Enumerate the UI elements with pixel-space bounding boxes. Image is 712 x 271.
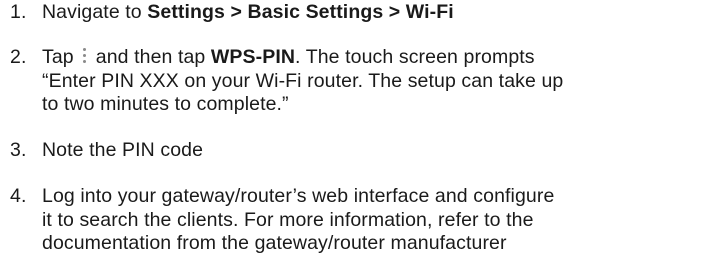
settings-path: Settings > Basic Settings > Wi-Fi [147, 1, 454, 23]
step-2-line-3: to two minutes to complete.” [42, 93, 289, 115]
step-number: 3. [10, 139, 27, 161]
step-text: Log into your gateway/router’s web inter… [42, 185, 702, 256]
step-text: Navigate to Settings > Basic Settings > … [42, 1, 702, 25]
step-2-text-before-icon: Tap [42, 46, 74, 68]
step-2-text-after-bold: . The touch screen prompts [295, 46, 535, 68]
step-3-text: Note the PIN code [42, 139, 204, 161]
step-text: Tap and then tap WPS-PIN. The touch scree… [42, 46, 702, 117]
step-number: 1. [10, 1, 27, 23]
step-4-line-2: it to search the clients. For more infor… [42, 208, 534, 231]
step-number: 2. [10, 46, 27, 68]
step-2-text-after-icon: and then tap [95, 46, 211, 68]
step-4-line-1: Log into your gateway/router’s web inter… [42, 185, 555, 207]
step-text: Note the PIN code [42, 139, 702, 163]
more-vertical-icon [78, 47, 90, 65]
instruction-list: 1. Navigate to Settings > Basic Settings… [0, 0, 712, 271]
step-4-line-3: documentation from the gateway/router ma… [42, 232, 507, 254]
step-1-text: Navigate to [42, 1, 148, 23]
wps-pin-label: WPS-PIN [210, 46, 296, 68]
step-2-line-2: “Enter PIN XXX on your Wi-Fi router. The… [42, 69, 564, 92]
step-number: 4. [10, 185, 27, 207]
